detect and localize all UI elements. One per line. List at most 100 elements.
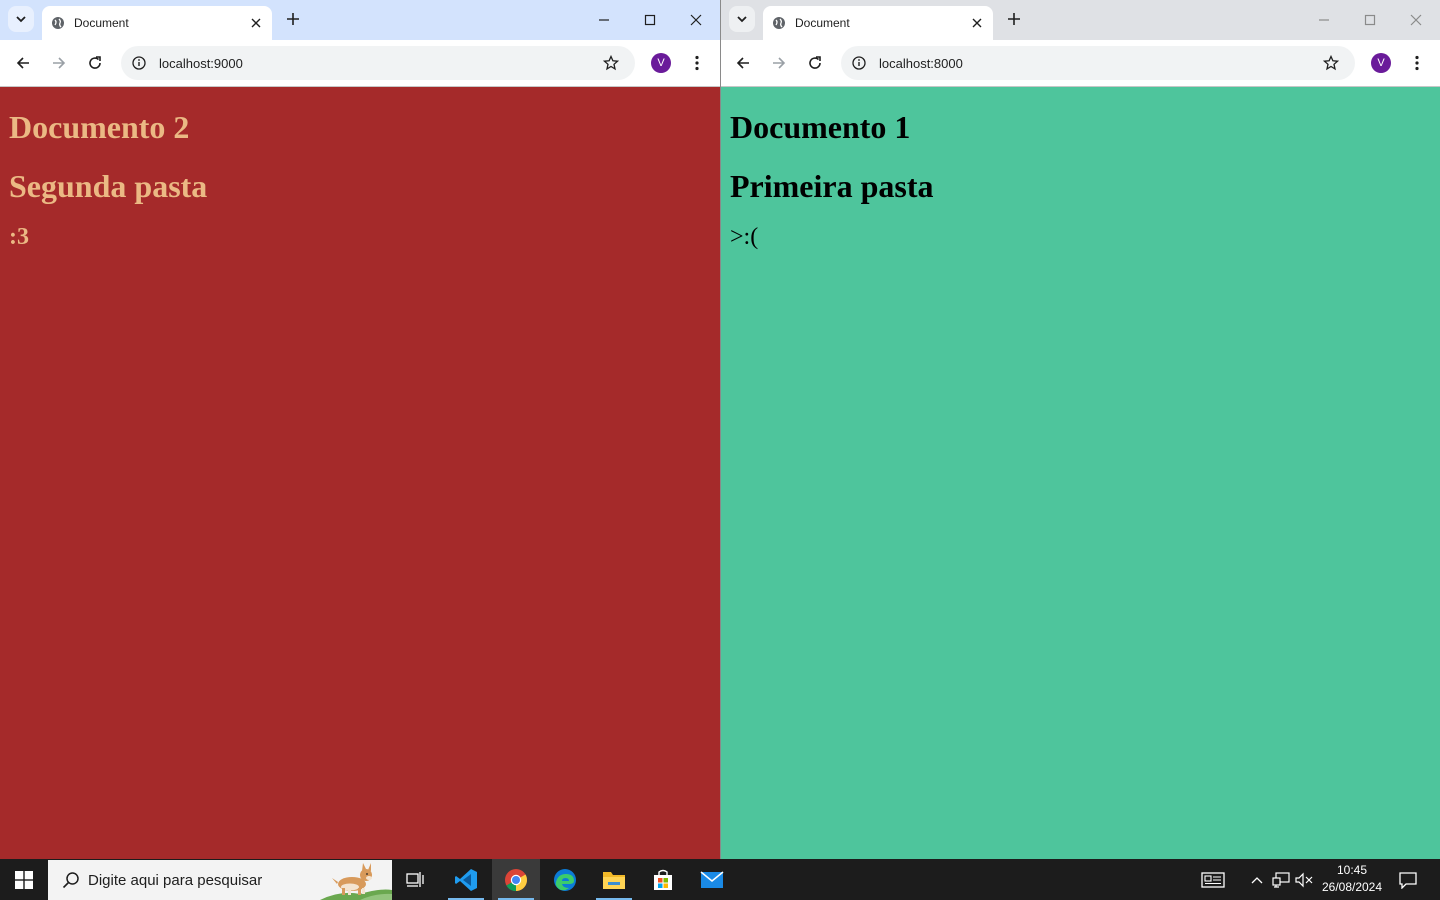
plus-icon — [287, 13, 299, 25]
minimize-button[interactable] — [1301, 0, 1347, 40]
maximize-button[interactable] — [1347, 0, 1393, 40]
profile-avatar[interactable]: V — [1371, 53, 1391, 73]
close-tab-icon[interactable] — [248, 15, 264, 31]
chevron-up-icon — [1251, 876, 1263, 883]
page-content: Documento 1 Primeira pasta >:( — [721, 87, 1440, 859]
site-info-icon[interactable] — [851, 55, 867, 71]
file-explorer-icon — [603, 871, 625, 889]
maximize-icon — [1364, 14, 1376, 26]
arrow-left-icon — [736, 57, 749, 69]
browser-toolbar: localhost:8000 V — [721, 40, 1440, 87]
search-placeholder: Digite aqui para pesquisar — [88, 871, 263, 889]
minimize-button[interactable] — [581, 0, 627, 40]
reload-button[interactable] — [83, 51, 107, 75]
windows-logo-icon — [15, 870, 33, 889]
close-icon — [1410, 14, 1422, 26]
bookmark-star-icon[interactable] — [601, 53, 621, 73]
corgi-illustration-icon — [320, 863, 392, 900]
reload-icon — [809, 56, 821, 69]
browser-window-right: Document localhost:8000 V Documento 1 Pr… — [720, 0, 1440, 859]
tab-title: Document — [795, 16, 850, 30]
minimize-icon — [599, 19, 609, 21]
clock-time: 10:45 — [1336, 863, 1368, 877]
address-bar[interactable]: localhost:8000 — [841, 46, 1355, 80]
maximize-button[interactable] — [627, 0, 673, 40]
reload-icon — [89, 56, 101, 69]
start-button[interactable] — [0, 859, 48, 900]
taskbar-app-chrome[interactable] — [492, 859, 540, 900]
close-window-button[interactable] — [673, 0, 719, 40]
page-content: Documento 2 Segunda pasta :3 — [0, 87, 720, 859]
new-tab-button[interactable] — [282, 8, 304, 30]
maximize-icon — [644, 14, 656, 26]
url-text: localhost:8000 — [879, 55, 963, 71]
notification-icon — [1399, 871, 1417, 889]
show-hidden-icons-button[interactable] — [1247, 859, 1267, 900]
taskbar-app-file-explorer[interactable] — [590, 859, 638, 900]
back-button[interactable] — [731, 51, 755, 75]
arrow-left-icon — [16, 57, 29, 69]
network-button[interactable] — [1270, 859, 1292, 900]
globe-icon — [50, 15, 66, 31]
taskbar-app-edge[interactable] — [541, 859, 589, 900]
tab-strip: Document — [721, 0, 1440, 40]
more-menu-icon[interactable] — [687, 53, 707, 73]
news-icon — [1201, 871, 1225, 888]
close-window-button[interactable] — [1393, 0, 1439, 40]
browser-window-left: Document localhost:9000 V Documento 2 Se… — [0, 0, 720, 859]
reload-button[interactable] — [803, 51, 827, 75]
mail-icon — [700, 870, 724, 888]
site-info-icon[interactable] — [131, 55, 147, 71]
tab-search-button[interactable] — [729, 6, 755, 32]
page-heading-3: >:( — [730, 224, 759, 250]
edge-icon — [554, 868, 576, 891]
profile-avatar[interactable]: V — [651, 53, 671, 73]
page-heading-1: Documento 1 — [730, 109, 911, 145]
page-heading-2: Segunda pasta — [9, 168, 208, 204]
more-menu-icon[interactable] — [1407, 53, 1427, 73]
back-button[interactable] — [11, 51, 35, 75]
close-tab-icon[interactable] — [969, 15, 985, 31]
volume-muted-icon — [1295, 872, 1313, 887]
url-text: localhost:9000 — [159, 55, 243, 71]
system-clock[interactable]: 10:45 26/08/2024 — [1318, 862, 1386, 896]
clock-date: 26/08/2024 — [1321, 880, 1383, 894]
tab-strip: Document — [0, 0, 720, 40]
page-heading-2: Primeira pasta — [730, 168, 934, 204]
tab-title: Document — [74, 16, 129, 30]
globe-icon — [771, 15, 787, 31]
tab-search-button[interactable] — [8, 6, 34, 32]
vscode-icon — [455, 868, 477, 891]
minimize-icon — [1319, 19, 1329, 21]
notification-center-button[interactable] — [1394, 859, 1422, 900]
chevron-down-icon — [737, 16, 747, 23]
taskbar-app-mail[interactable] — [688, 859, 736, 900]
microsoft-store-icon — [654, 869, 672, 890]
close-icon — [690, 14, 702, 26]
taskbar-app-microsoft-store[interactable] — [639, 859, 687, 900]
arrow-right-icon — [53, 57, 66, 69]
task-view-button[interactable] — [392, 859, 440, 900]
new-tab-button[interactable] — [1003, 8, 1025, 30]
browser-tab[interactable]: Document — [763, 6, 993, 40]
taskbar: Digite aqui para pesquisar 10:45 26/08/2… — [0, 859, 1440, 900]
chevron-down-icon — [16, 16, 26, 23]
bookmark-star-icon[interactable] — [1321, 53, 1341, 73]
chrome-icon — [505, 868, 527, 891]
arrow-right-icon — [773, 57, 786, 69]
taskbar-app-vscode[interactable] — [442, 859, 490, 900]
news-widget-button[interactable] — [1199, 859, 1227, 900]
browser-tab[interactable]: Document — [42, 6, 272, 40]
address-bar[interactable]: localhost:9000 — [121, 46, 635, 80]
page-heading-3: :3 — [9, 224, 29, 250]
plus-icon — [1008, 13, 1020, 25]
volume-button[interactable] — [1294, 859, 1314, 900]
forward-button[interactable] — [47, 51, 71, 75]
taskbar-search-box[interactable]: Digite aqui para pesquisar — [48, 860, 392, 900]
page-heading-1: Documento 2 — [9, 109, 190, 145]
forward-button[interactable] — [767, 51, 791, 75]
task-view-icon — [406, 871, 424, 887]
browser-toolbar: localhost:9000 V — [0, 40, 720, 87]
search-icon — [60, 869, 82, 891]
network-icon — [1272, 871, 1290, 888]
